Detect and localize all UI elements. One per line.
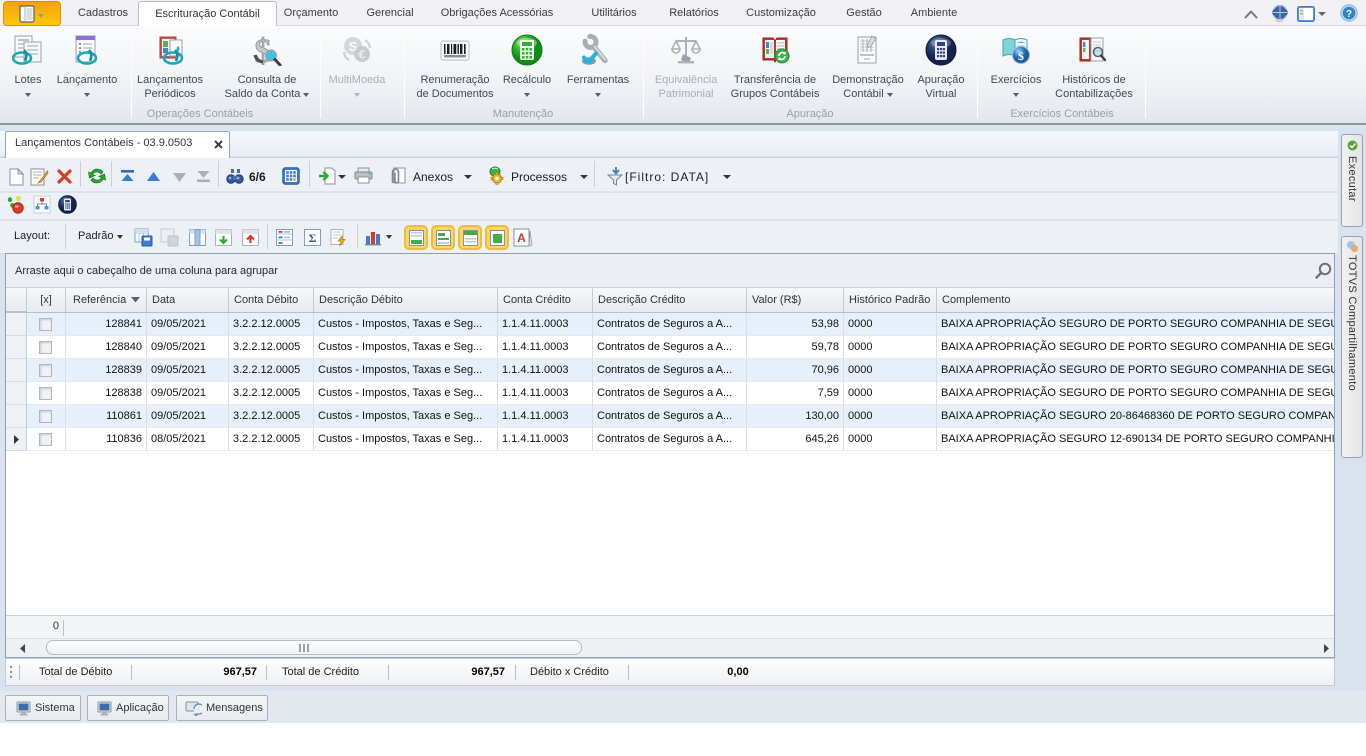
svg-text:Σ: Σ bbox=[309, 231, 317, 245]
svg-text:?: ? bbox=[1346, 9, 1352, 20]
svg-text:A: A bbox=[517, 231, 526, 245]
